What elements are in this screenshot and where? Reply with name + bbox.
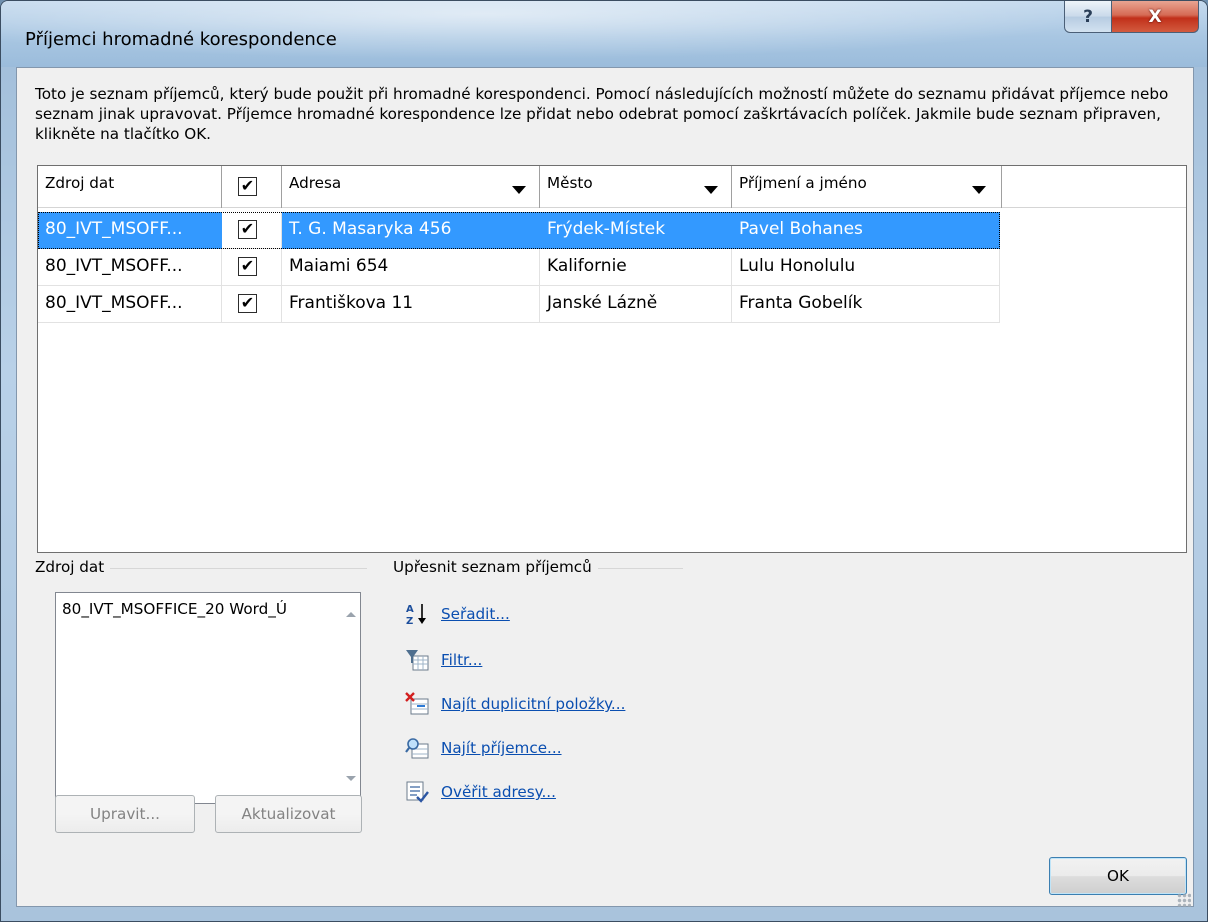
row-checkbox[interactable]: ✔ bbox=[238, 220, 257, 239]
column-header-name[interactable]: Příjmení a jméno bbox=[732, 166, 1002, 208]
cell-name: Pavel Bohanes bbox=[732, 212, 1000, 249]
filter-icon bbox=[406, 650, 429, 671]
chevron-down-icon[interactable] bbox=[972, 186, 986, 194]
data-source-item[interactable]: 80_IVT_MSOFFICE_20 Word_Ú bbox=[62, 600, 338, 618]
find-recipient-link[interactable]: Najít příjemce... bbox=[405, 733, 562, 763]
title-bar[interactable]: Příjemci hromadné korespondence ? X bbox=[1, 1, 1207, 67]
filter-link-label: Filtr... bbox=[441, 651, 483, 669]
dialog-window: Příjemci hromadné korespondence ? X Toto… bbox=[0, 0, 1208, 922]
cell-include: ✔ bbox=[222, 249, 282, 286]
find-duplicates-icon bbox=[405, 692, 429, 715]
cell-city: Kalifornie bbox=[540, 249, 732, 286]
help-button[interactable]: ? bbox=[1064, 1, 1112, 33]
chevron-down-icon[interactable] bbox=[704, 186, 718, 194]
select-all-checkbox[interactable]: ✔ bbox=[238, 177, 257, 196]
edit-button[interactable]: Upravit... bbox=[55, 795, 195, 833]
cell-address: T. G. Masaryka 456 bbox=[282, 212, 540, 249]
validate-addresses-icon bbox=[406, 781, 429, 803]
cell-include: ✔ bbox=[222, 212, 282, 249]
table-row[interactable]: 80_IVT_MSOFF... ✔ Maiami 654 Kalifornie … bbox=[38, 249, 1000, 286]
scroll-up-icon[interactable] bbox=[346, 612, 356, 617]
chevron-down-icon[interactable] bbox=[512, 186, 526, 194]
find-duplicates-link-label: Najít duplicitní položky... bbox=[441, 695, 626, 713]
row-checkbox[interactable]: ✔ bbox=[238, 257, 257, 276]
cell-name: Lulu Honolulu bbox=[732, 249, 1000, 286]
cell-source: 80_IVT_MSOFF... bbox=[38, 212, 222, 249]
sort-icon: A Z bbox=[406, 604, 426, 626]
cell-name: Franta Gobelík bbox=[732, 286, 1000, 323]
table-row[interactable]: 80_IVT_MSOFF... ✔ T. G. Masaryka 456 Frý… bbox=[38, 212, 1000, 249]
filter-link[interactable]: Filtr... bbox=[405, 645, 482, 675]
validate-addresses-link[interactable]: Ověřit adresy... bbox=[405, 777, 556, 807]
data-source-list[interactable]: 80_IVT_MSOFFICE_20 Word_Ú bbox=[55, 592, 361, 804]
column-header-source-label: Zdroj dat bbox=[45, 174, 115, 192]
ok-button[interactable]: OK bbox=[1049, 857, 1187, 895]
cell-city: Janské Lázně bbox=[540, 286, 732, 323]
column-header-address[interactable]: Adresa bbox=[282, 166, 540, 208]
cell-source: 80_IVT_MSOFF... bbox=[38, 249, 222, 286]
column-header-city[interactable]: Město bbox=[540, 166, 732, 208]
column-header-address-label: Adresa bbox=[289, 174, 342, 192]
recipient-grid[interactable]: Zdroj dat ✔ Adresa Město Příjmení a jmén… bbox=[37, 165, 1187, 553]
find-recipient-link-label: Najít příjemce... bbox=[441, 739, 562, 757]
svg-text:A: A bbox=[406, 604, 414, 615]
refresh-button[interactable]: Aktualizovat bbox=[215, 795, 362, 833]
column-header-city-label: Město bbox=[547, 174, 593, 192]
sort-link[interactable]: A Z Seřadit... bbox=[405, 599, 510, 629]
cell-include: ✔ bbox=[222, 286, 282, 323]
intro-text: Toto je seznam příjemců, který bude použ… bbox=[35, 85, 1169, 143]
find-duplicates-link[interactable]: Najít duplicitní položky... bbox=[405, 689, 625, 719]
window-title: Příjemci hromadné korespondence bbox=[25, 29, 337, 50]
column-header-name-label: Příjmení a jméno bbox=[739, 174, 867, 192]
refine-group-label: Upřesnit seznam příjemců bbox=[393, 558, 598, 576]
cell-city: Frýdek-Místek bbox=[540, 212, 732, 249]
table-row[interactable]: 80_IVT_MSOFF... ✔ Františkova 11 Janské … bbox=[38, 286, 1000, 323]
grid-header: Zdroj dat ✔ Adresa Město Příjmení a jmén… bbox=[38, 166, 1186, 208]
close-button[interactable]: X bbox=[1111, 1, 1199, 33]
column-header-source[interactable]: Zdroj dat bbox=[38, 166, 222, 208]
validate-addresses-link-label: Ověřit adresy... bbox=[441, 783, 556, 801]
row-checkbox[interactable]: ✔ bbox=[238, 294, 257, 313]
svg-text:Z: Z bbox=[406, 616, 413, 626]
scroll-down-icon[interactable] bbox=[346, 776, 356, 781]
data-source-group-label: Zdroj dat bbox=[35, 558, 111, 576]
cell-address: Maiami 654 bbox=[282, 249, 540, 286]
column-header-include[interactable]: ✔ bbox=[222, 166, 282, 208]
resize-grip-icon[interactable] bbox=[1177, 893, 1191, 907]
cell-source: 80_IVT_MSOFF... bbox=[38, 286, 222, 323]
find-recipient-icon bbox=[405, 738, 429, 759]
sort-link-label: Seřadit... bbox=[441, 605, 510, 623]
cell-address: Františkova 11 bbox=[282, 286, 540, 323]
